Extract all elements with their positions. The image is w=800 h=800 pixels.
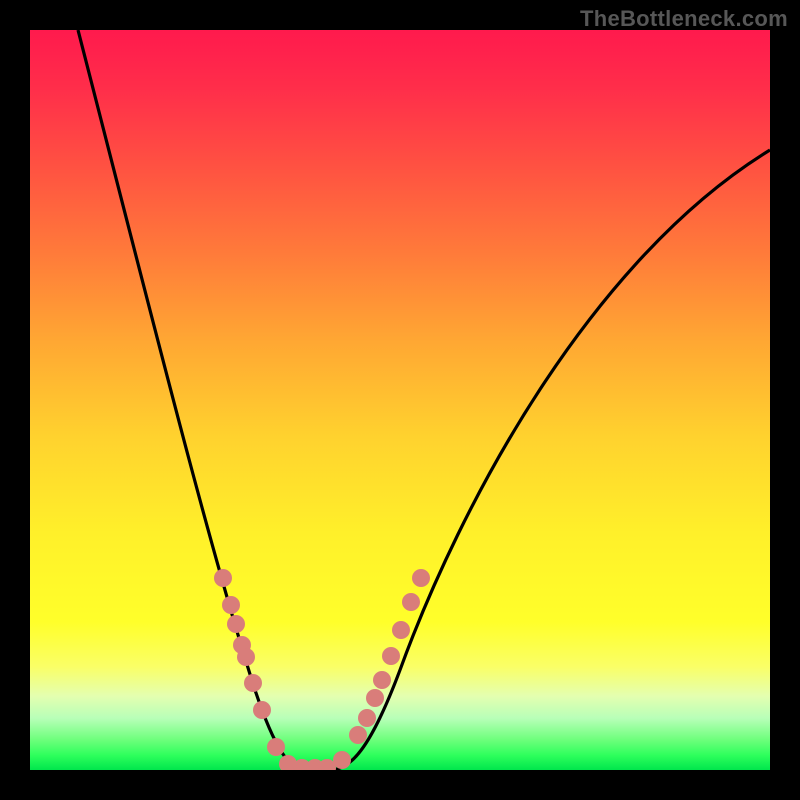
- data-point: [237, 648, 255, 666]
- data-point: [412, 569, 430, 587]
- data-point: [267, 738, 285, 756]
- watermark-text: TheBottleneck.com: [580, 6, 788, 32]
- plot-svg: [30, 30, 770, 770]
- data-markers: [214, 569, 430, 770]
- data-point: [358, 709, 376, 727]
- data-point: [373, 671, 391, 689]
- data-point: [349, 726, 367, 744]
- data-point: [227, 615, 245, 633]
- data-point: [253, 701, 271, 719]
- data-point: [382, 647, 400, 665]
- data-point: [244, 674, 262, 692]
- data-point: [333, 751, 351, 769]
- data-point: [392, 621, 410, 639]
- data-point: [222, 596, 240, 614]
- data-point: [402, 593, 420, 611]
- chart-container: TheBottleneck.com: [0, 0, 800, 800]
- data-point: [366, 689, 384, 707]
- plot-area: [30, 30, 770, 770]
- bottleneck-curve: [78, 30, 770, 770]
- data-point: [214, 569, 232, 587]
